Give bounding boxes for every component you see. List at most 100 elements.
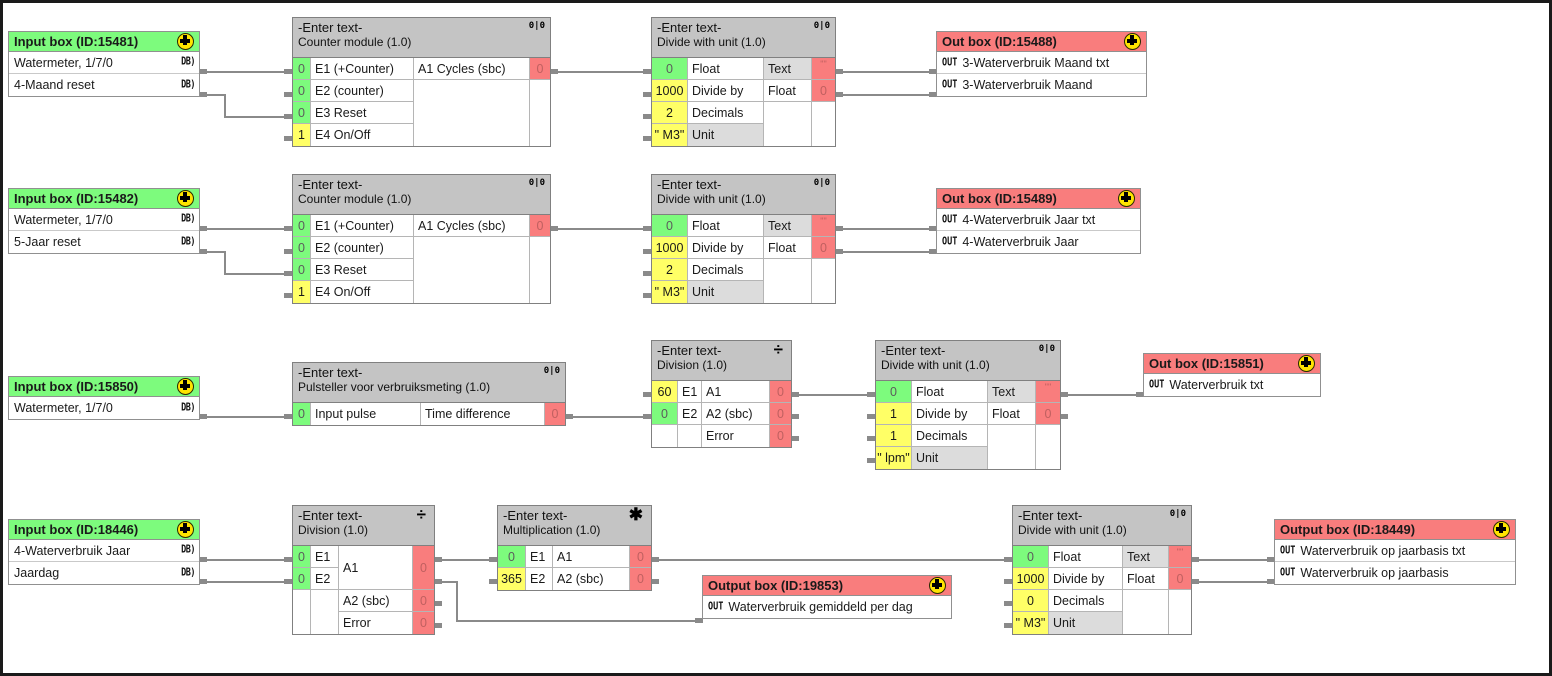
multiply-badge-icon: ✱ bbox=[628, 505, 643, 524]
node-cross-icon[interactable] bbox=[177, 520, 194, 538]
io-row[interactable]: 4-Waterverbruik Jaar DB) bbox=[9, 540, 199, 562]
input-value[interactable]: 1 bbox=[293, 281, 311, 303]
wire-endpoint bbox=[835, 249, 843, 254]
out-box-15488[interactable]: Out box (ID:15488) OUT 3-Waterverbruik M… bbox=[936, 31, 1147, 97]
block-divide-with-unit-4[interactable]: -Enter text- Divide with unit (1.0) 0|0 … bbox=[1012, 505, 1192, 635]
input-value[interactable]: 1 bbox=[876, 403, 912, 425]
node-cross-icon[interactable] bbox=[177, 189, 194, 207]
input-stub bbox=[867, 414, 875, 419]
node-cross-icon[interactable] bbox=[1124, 32, 1141, 50]
node-cross-icon[interactable] bbox=[1493, 520, 1510, 538]
input-value[interactable]: 0 bbox=[1013, 546, 1049, 568]
input-value[interactable]: 0 bbox=[498, 546, 526, 568]
io-row-label: Watermeter, 1/7/0 bbox=[14, 401, 113, 415]
input-value[interactable]: " lpm" bbox=[876, 447, 912, 469]
io-row[interactable]: 4-Maand reset DB) bbox=[9, 74, 199, 96]
output-values-col: "" 0 bbox=[812, 215, 835, 303]
block-counter-module-2[interactable]: -Enter text- Counter module (1.0) 0|0 0 … bbox=[292, 174, 551, 304]
input-value[interactable]: 2 bbox=[652, 102, 688, 124]
input-value[interactable]: 1000 bbox=[652, 80, 688, 102]
input-value[interactable]: 0 bbox=[293, 102, 311, 124]
block-pulsteller[interactable]: -Enter text- Pulsteller voor verbruiksme… bbox=[292, 362, 566, 426]
io-row[interactable]: Watermeter, 1/7/0 DB) bbox=[9, 397, 199, 419]
input-value[interactable]: 0 bbox=[1013, 590, 1049, 612]
io-row[interactable]: OUT 4-Waterverbruik Jaar txt bbox=[937, 209, 1140, 231]
input-value[interactable]: 0 bbox=[652, 58, 688, 80]
node-cross-icon[interactable] bbox=[177, 32, 194, 50]
block-divide-with-unit-3[interactable]: -Enter text- Divide with unit (1.0) 0|0 … bbox=[875, 340, 1061, 470]
input-box-15481[interactable]: Input box (ID:15481) Watermeter, 1/7/0 D… bbox=[8, 31, 200, 97]
io-row[interactable]: Jaardag DB) bbox=[9, 562, 199, 584]
input-value[interactable]: 1 bbox=[293, 124, 311, 146]
input-value[interactable]: 0 bbox=[293, 259, 311, 281]
wire-endpoint bbox=[199, 557, 207, 562]
input-value[interactable]: " M3" bbox=[652, 281, 688, 303]
io-row[interactable]: Watermeter, 1/7/0 DB) bbox=[9, 209, 199, 231]
io-row-label: Waterverbruik gemiddeld per dag bbox=[728, 600, 913, 614]
input-label: Divide by bbox=[912, 403, 988, 425]
input-value[interactable]: 0 bbox=[293, 237, 311, 259]
input-value[interactable]: 0 bbox=[293, 58, 311, 80]
input-stub bbox=[284, 92, 292, 97]
node-cross-icon[interactable] bbox=[1118, 189, 1135, 207]
block-header: Out box (ID:15851) bbox=[1144, 354, 1320, 374]
block-title: -Enter text- bbox=[657, 177, 722, 192]
node-cross-icon[interactable] bbox=[1298, 354, 1315, 372]
input-value[interactable]: 0 bbox=[293, 568, 311, 590]
filler bbox=[530, 237, 550, 303]
input-values-col: 0 0 0 1 bbox=[293, 58, 311, 146]
input-value[interactable]: 0 bbox=[293, 80, 311, 102]
out-box-15489[interactable]: Out box (ID:15489) OUT 4-Waterverbruik J… bbox=[936, 188, 1141, 254]
io-row[interactable]: OUT Waterverbruik txt bbox=[1144, 374, 1320, 396]
block-divide-with-unit-1[interactable]: -Enter text- Divide with unit (1.0) 0|0 … bbox=[651, 17, 836, 147]
input-box-15850[interactable]: Input box (ID:15850) Watermeter, 1/7/0 D… bbox=[8, 376, 200, 420]
input-value[interactable]: 0 bbox=[293, 546, 311, 568]
input-value[interactable]: 1 bbox=[876, 425, 912, 447]
io-row[interactable]: OUT 4-Waterverbruik Jaar bbox=[937, 231, 1140, 253]
io-row[interactable]: OUT 3-Waterverbruik Maand bbox=[937, 74, 1146, 96]
input-value[interactable]: 1000 bbox=[652, 237, 688, 259]
out-box-19853[interactable]: Output box (ID:19853) OUT Waterverbruik … bbox=[702, 575, 952, 619]
io-row[interactable]: OUT 3-Waterverbruik Maand txt bbox=[937, 52, 1146, 74]
input-value[interactable]: " M3" bbox=[1013, 612, 1049, 634]
block-header: Input box (ID:15481) bbox=[9, 32, 199, 52]
input-value[interactable]: 2 bbox=[652, 259, 688, 281]
io-row[interactable]: OUT Waterverbruik gemiddeld per dag bbox=[703, 596, 951, 618]
input-value[interactable]: 0 bbox=[652, 403, 678, 425]
input-value[interactable]: 1000 bbox=[1013, 568, 1049, 590]
input-value[interactable]: 365 bbox=[498, 568, 526, 590]
block-counter-module-1[interactable]: -Enter text- Counter module (1.0) 0|0 0 … bbox=[292, 17, 551, 147]
node-cross-icon[interactable] bbox=[929, 576, 946, 594]
io-row[interactable]: OUT Waterverbruik op jaarbasis bbox=[1275, 562, 1515, 584]
input-box-18446[interactable]: Input box (ID:18446) 4-Waterverbruik Jaa… bbox=[8, 519, 200, 585]
block-header: -Enter text- Multiplication (1.0) ✱ bbox=[498, 506, 651, 546]
output-values-col: 0 0 0 bbox=[413, 546, 434, 634]
input-value[interactable]: 0 bbox=[652, 215, 688, 237]
input-value[interactable]: 0 bbox=[876, 381, 912, 403]
node-cross-icon[interactable] bbox=[177, 377, 194, 395]
block-title: Input box (ID:18446) bbox=[14, 521, 139, 537]
block-title: Input box (ID:15850) bbox=[14, 378, 139, 394]
input-box-15482[interactable]: Input box (ID:15482) Watermeter, 1/7/0 D… bbox=[8, 188, 200, 254]
input-value[interactable]: 0 bbox=[293, 215, 311, 237]
io-row[interactable]: OUT Waterverbruik op jaarbasis txt bbox=[1275, 540, 1515, 562]
diagram-canvas[interactable]: Input box (ID:15481) Watermeter, 1/7/0 D… bbox=[0, 0, 1552, 676]
db-pin-icon: DB) bbox=[181, 212, 195, 226]
output-labels-col: Text Float bbox=[764, 215, 812, 303]
block-header: -Enter text- Counter module (1.0) 0|0 bbox=[293, 175, 550, 215]
output-values-col: "" 0 bbox=[812, 58, 835, 146]
block-divide-with-unit-2[interactable]: -Enter text- Divide with unit (1.0) 0|0 … bbox=[651, 174, 836, 304]
input-value[interactable]: 0 bbox=[293, 403, 311, 425]
out-box-18449[interactable]: Output box (ID:18449) OUT Waterverbruik … bbox=[1274, 519, 1516, 585]
input-labels-col: Float Divide by Decimals Unit bbox=[912, 381, 988, 469]
out-box-15851[interactable]: Out box (ID:15851) OUT Waterverbruik txt bbox=[1143, 353, 1321, 397]
block-division-2[interactable]: -Enter text- Division (1.0) ÷ 0 0 E1 E2 … bbox=[292, 505, 435, 635]
input-value[interactable]: 60 bbox=[652, 381, 678, 403]
block-multiplication[interactable]: -Enter text- Multiplication (1.0) ✱ 0 36… bbox=[497, 505, 652, 591]
input-value[interactable]: " M3" bbox=[652, 124, 688, 146]
io-row[interactable]: 5-Jaar reset DB) bbox=[9, 231, 199, 253]
io-row[interactable]: Watermeter, 1/7/0 DB) bbox=[9, 52, 199, 74]
block-division-1[interactable]: -Enter text- Division (1.0) ÷ 60 0 E1 E2… bbox=[651, 340, 792, 448]
block-header: -Enter text- Division (1.0) ÷ bbox=[652, 341, 791, 381]
block-header: -Enter text- Divide with unit (1.0) 0|0 bbox=[652, 18, 835, 58]
